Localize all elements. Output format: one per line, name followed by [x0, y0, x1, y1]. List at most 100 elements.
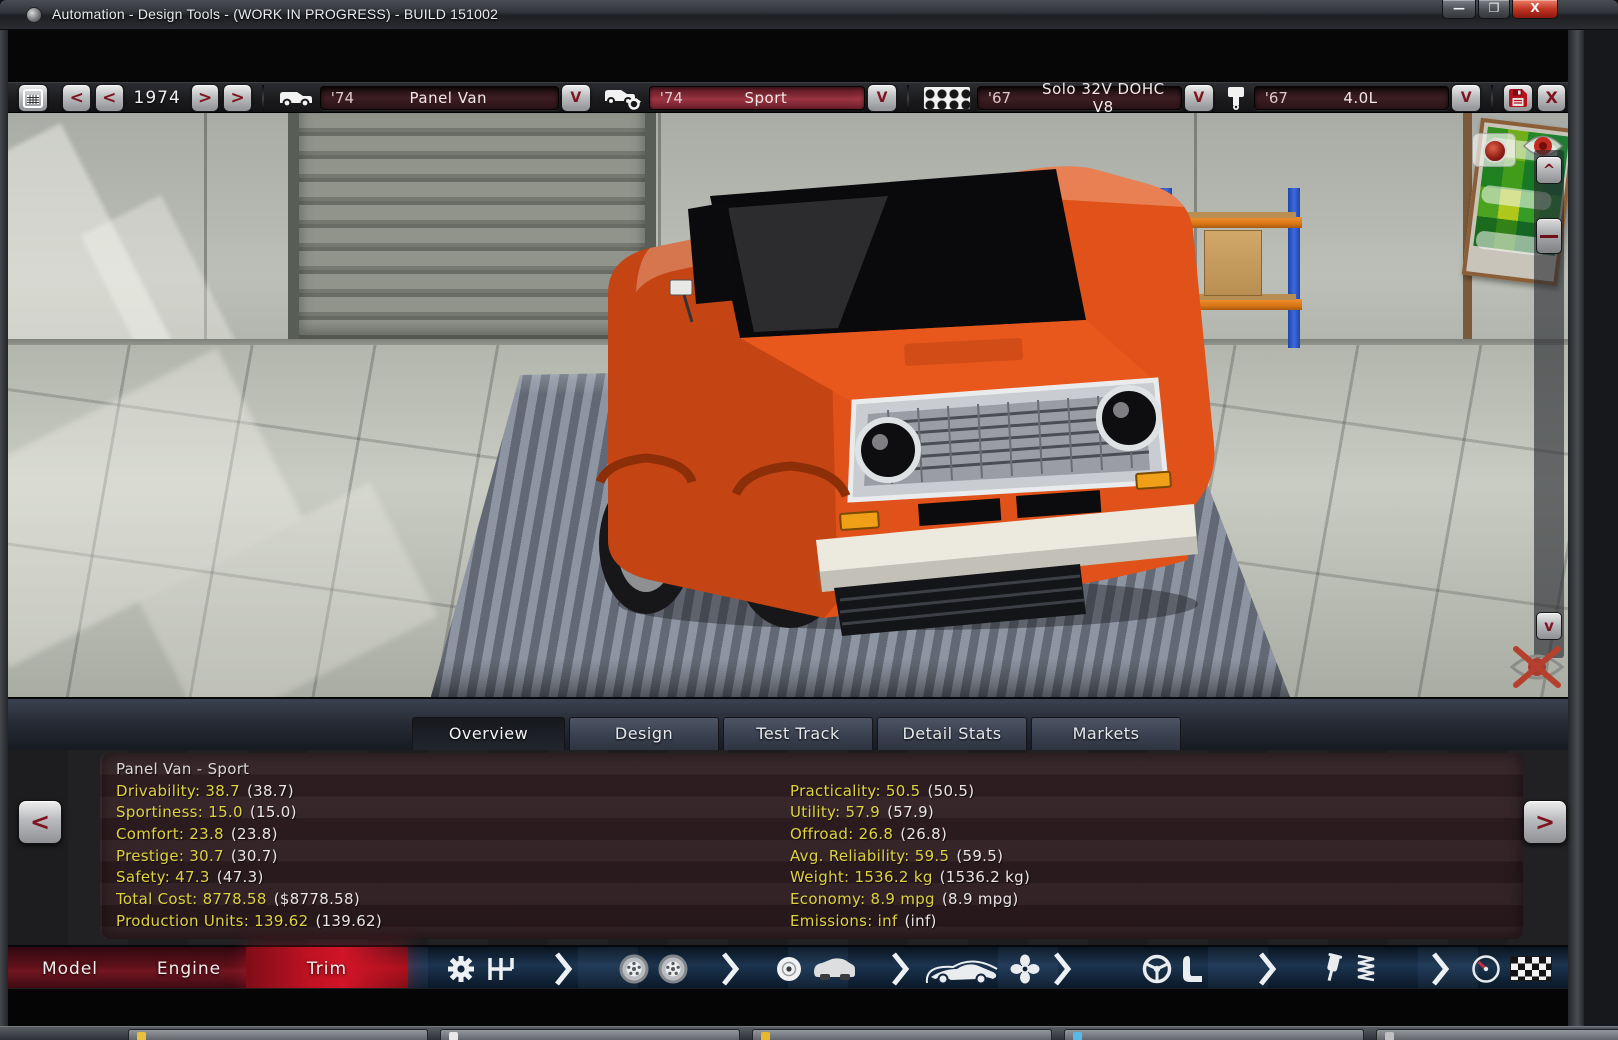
stat-prestige: Prestige: 30.7 (30.7)	[116, 846, 382, 868]
model-van-icon	[278, 86, 314, 110]
engine-dropdown-button[interactable]: V	[1184, 84, 1214, 112]
calendar-button[interactable]	[18, 84, 48, 112]
year-forward-fast-button[interactable]: >	[223, 84, 252, 112]
window-border-left	[0, 30, 8, 1040]
variant-year: '67	[1255, 89, 1313, 107]
taskbar-button-icon	[761, 1032, 770, 1040]
chevron-separator	[1052, 952, 1072, 986]
brake-disc-icon	[775, 955, 803, 983]
gauge-icon	[1471, 954, 1501, 984]
stat-drivability: Drivability: 38.7(38.7)	[116, 781, 382, 803]
shock-absorber-icon	[1319, 953, 1345, 985]
stat-paren-value: ($8778.58)	[274, 890, 360, 908]
seat-icon	[1181, 954, 1205, 984]
stat-production-units: Production Units: 139.62(139.62)	[116, 911, 382, 933]
tab-design[interactable]: Design	[569, 717, 719, 750]
stat-label-value: Avg. Reliability: 59.5	[790, 847, 949, 865]
spring-icon	[1354, 953, 1378, 985]
toolbar-separator	[262, 85, 264, 111]
trim-dropdown-button[interactable]: V	[867, 84, 897, 112]
nav-section-aero-cooling[interactable]	[916, 947, 1046, 990]
nav-section-gearbox[interactable]	[416, 947, 546, 990]
window-border-right	[1568, 30, 1584, 1040]
save-button[interactable]	[1503, 84, 1533, 112]
nav-section-test-track[interactable]	[1456, 947, 1566, 990]
scroll-down-button[interactable]: v	[1536, 612, 1562, 640]
stat-paren-value: (57.9)	[887, 803, 934, 821]
gear-shifter-icon	[485, 955, 517, 983]
nav-section-brakes[interactable]	[760, 947, 870, 990]
next-page-button[interactable]: >	[1523, 800, 1567, 844]
trim-selector[interactable]: '74 Sport	[649, 86, 865, 110]
close-designer-button[interactable]: X	[1537, 84, 1566, 112]
year-forward-button[interactable]: >	[191, 84, 220, 112]
stat-paren-value: (139.62)	[315, 912, 382, 930]
hide-ui-eye-crossed-icon[interactable]	[1504, 641, 1568, 693]
stat-label-value: Emissions: inf	[790, 912, 898, 930]
prev-page-button[interactable]: <	[18, 800, 62, 844]
taskbar-button[interactable]	[1376, 1029, 1618, 1040]
stats-card: Panel Van - Sport Drivability: 38.7(38.7…	[100, 753, 1523, 939]
stat-safety: Safety: 47.3(47.3)	[116, 867, 382, 889]
minimize-button[interactable]: —	[1442, 0, 1476, 19]
chevron-separator	[1257, 952, 1277, 986]
tab-markets[interactable]: Markets	[1031, 717, 1181, 750]
taskbar-button[interactable]	[440, 1029, 740, 1040]
tab-detail-stats[interactable]: Detail Stats	[877, 717, 1027, 750]
tab-test-track[interactable]: Test Track	[723, 717, 873, 750]
viewport-3d[interactable]: ^ v	[8, 113, 1568, 697]
model-dropdown-button[interactable]: V	[561, 84, 591, 112]
piston-icon	[1224, 85, 1248, 111]
stat-label-value: Prestige: 30.7	[116, 847, 224, 865]
engine-variant-selector[interactable]: '67 4.0L	[1254, 86, 1449, 110]
nav-step-engine[interactable]: Engine	[132, 947, 246, 990]
stats-left-column: Panel Van - Sport Drivability: 38.7(38.7…	[116, 759, 382, 933]
window-title: Automation - Design Tools - (WORK IN PRO…	[52, 6, 498, 22]
tab-overview[interactable]: Overview	[412, 717, 565, 750]
bottom-black-strip	[8, 988, 1568, 1026]
scroll-up-button[interactable]: ^	[1536, 156, 1562, 184]
wheel-icon	[619, 954, 649, 984]
nav-section-suspension[interactable]	[1303, 947, 1393, 990]
app-icon	[26, 7, 42, 23]
top-toolbar: < < 1974 > > '74 Panel Van V	[8, 82, 1568, 113]
stat-label-value: Safety: 47.3	[116, 868, 210, 886]
maximize-button[interactable]: ❐	[1478, 0, 1510, 19]
stat-sportiness: Sportiness: 15.0(15.0)	[116, 802, 382, 824]
save-floppy-icon	[1507, 87, 1529, 109]
stat-total-cost: Total Cost: 8778.58($8778.58)	[116, 889, 382, 911]
brake-pad-car-icon	[812, 956, 856, 982]
taskbar-button[interactable]	[1064, 1029, 1364, 1040]
nav-step-model[interactable]: Model	[8, 947, 132, 990]
stat-label-value: Sportiness: 15.0	[116, 803, 243, 821]
app-window: Automation - Design Tools - (WORK IN PRO…	[0, 0, 1618, 1040]
stat-label-value: Utility: 57.9	[790, 803, 880, 821]
stat-paren-value: (30.7)	[231, 847, 278, 865]
os-taskbar	[0, 1026, 1618, 1040]
stat-label-value: Weight: 1536.2 kg	[790, 868, 933, 886]
tab-bar: Overview Design Test Track Detail Stats …	[8, 697, 1568, 750]
year-back-fast-button[interactable]: <	[62, 84, 91, 112]
stat-paren-value: (26.8)	[900, 825, 947, 843]
scroll-thumb[interactable]	[1536, 218, 1562, 254]
taskbar-button[interactable]	[128, 1029, 428, 1040]
model-selector[interactable]: '74 Panel Van	[320, 86, 559, 110]
photo-mode-camera-icon[interactable]	[1472, 133, 1516, 167]
close-window-button[interactable]: X	[1512, 0, 1558, 19]
nav-section-wheels[interactable]	[598, 947, 708, 990]
van-model	[588, 152, 1228, 652]
nav-step-trim[interactable]: Trim	[246, 947, 408, 990]
checkered-flag-icon	[1510, 956, 1552, 981]
calendar-icon	[23, 88, 43, 108]
nav-section-interior[interactable]	[1118, 947, 1228, 990]
gear-icon	[446, 954, 476, 984]
engine-selector[interactable]: '67 Solo 32V DOHC V8	[977, 86, 1182, 110]
wheel-icon	[658, 954, 688, 984]
taskbar-button[interactable]	[752, 1029, 1052, 1040]
variant-dropdown-button[interactable]: V	[1451, 84, 1481, 112]
variant-name: 4.0L	[1313, 89, 1448, 107]
year-display: 1974	[126, 88, 189, 108]
stat-paren-value: (38.7)	[247, 782, 294, 800]
year-back-button[interactable]: <	[95, 84, 124, 112]
top-black-band	[8, 30, 1568, 82]
